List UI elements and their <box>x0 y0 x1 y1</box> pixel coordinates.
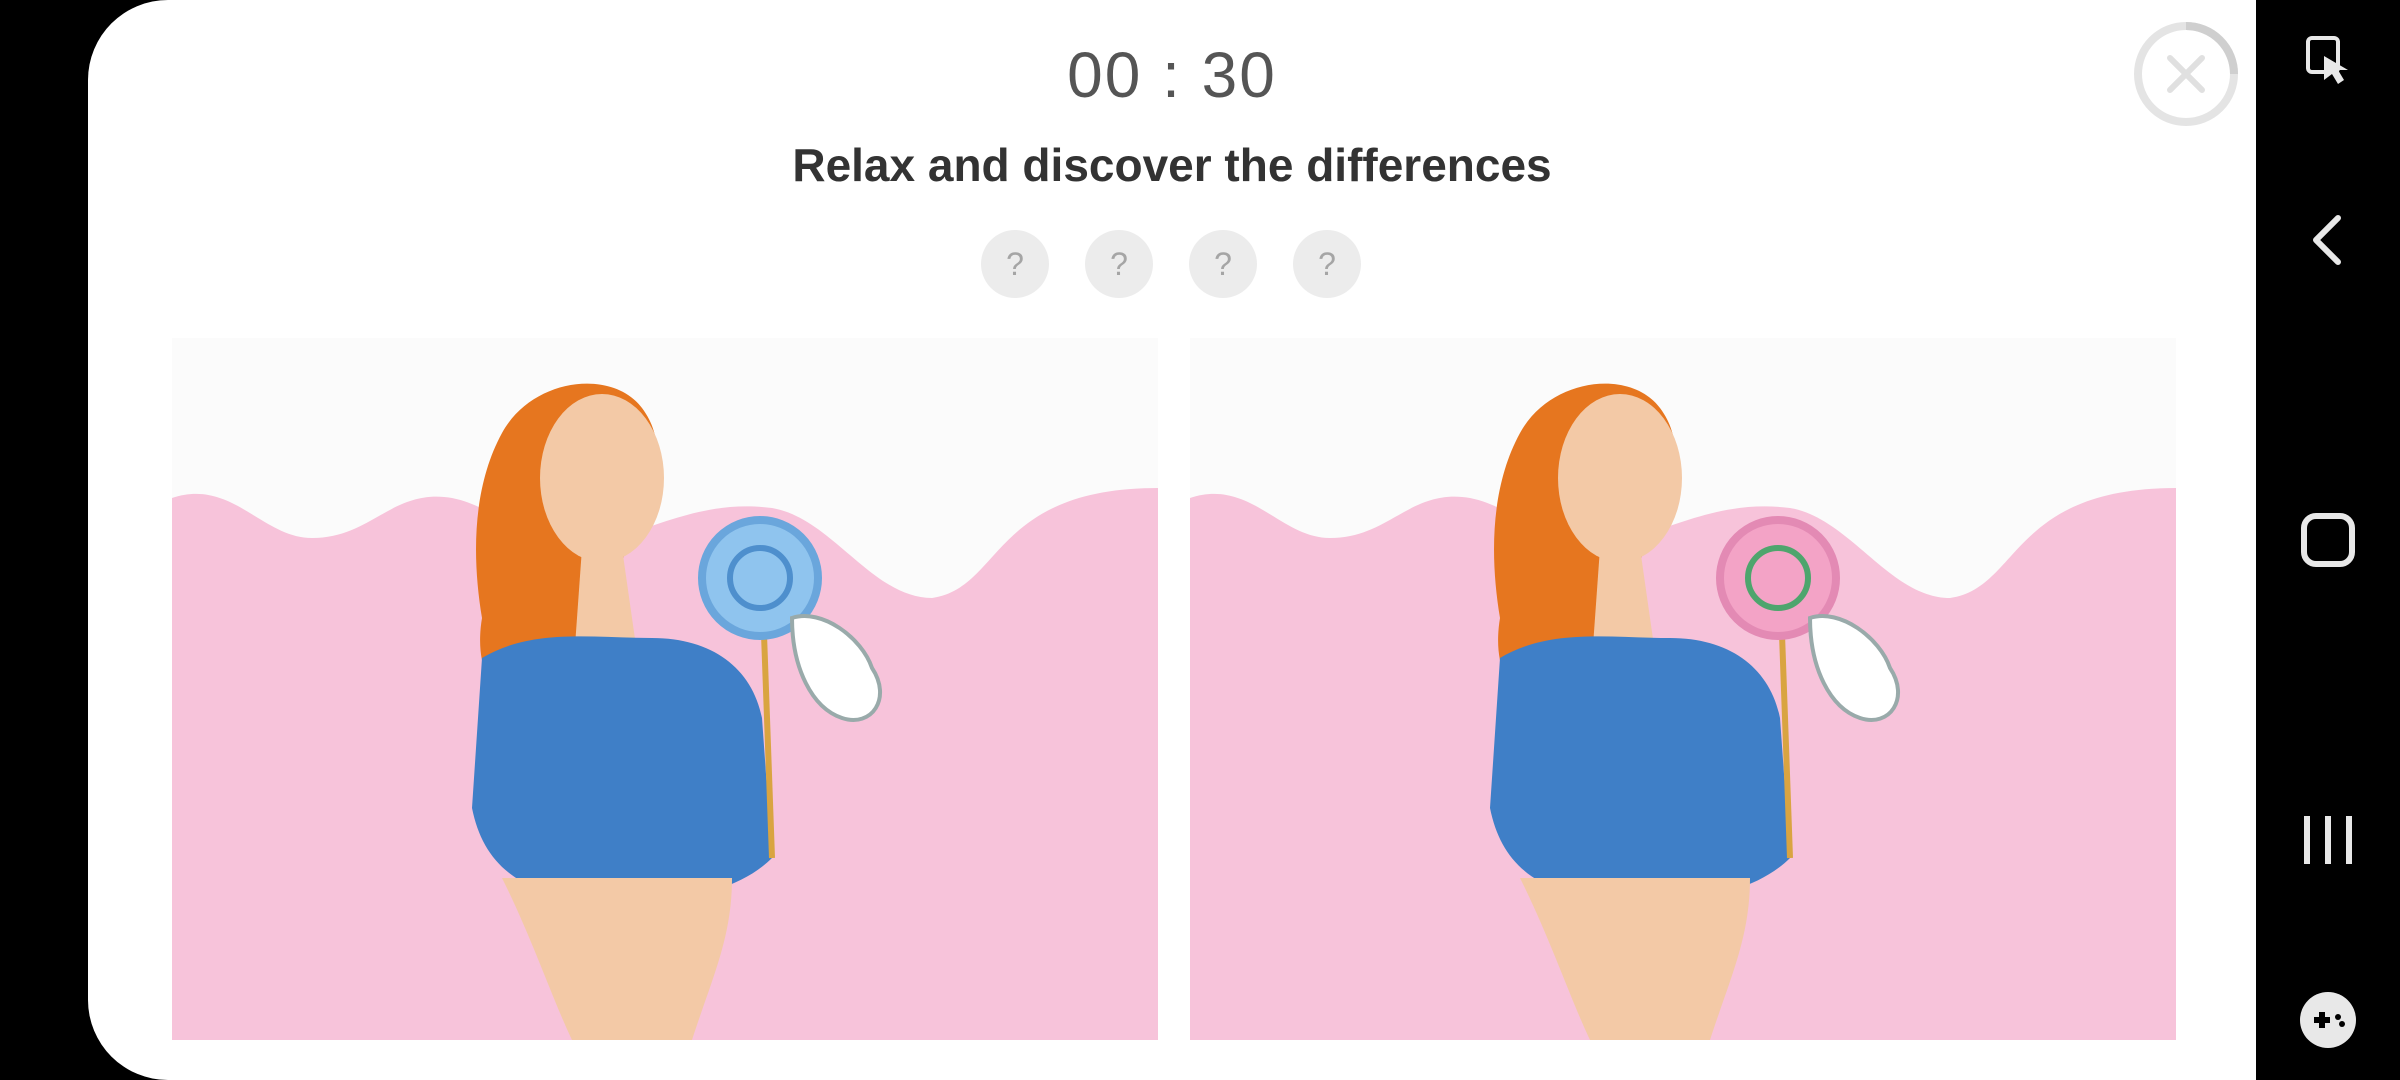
home-icon <box>2301 513 2355 567</box>
home-button[interactable] <box>2256 500 2400 580</box>
game-card: 00 : 30 Relax and discover the differenc… <box>88 0 2256 1080</box>
blue-shirt <box>472 636 772 902</box>
difference-slot: ? <box>1085 230 1153 298</box>
instruction-text: Relax and discover the differences <box>792 139 1552 191</box>
countdown-timer: 00 : 30 <box>1067 39 1277 111</box>
face-shape <box>540 394 664 562</box>
difference-slot: ? <box>1293 230 1361 298</box>
face-shape <box>1558 394 1682 562</box>
difference-slot: ? <box>981 230 1049 298</box>
touch-assist-button[interactable] <box>2256 20 2400 100</box>
touch-assist-icon <box>2306 36 2348 84</box>
back-button[interactable] <box>2256 200 2400 280</box>
close-button[interactable] <box>2132 20 2240 128</box>
found-differences-slots: ? ? ? ? <box>981 230 1361 298</box>
back-arrow-icon <box>2313 215 2341 265</box>
gamepad-icon <box>2300 992 2356 1048</box>
left-image-panel[interactable] <box>172 338 1158 1040</box>
blue-shirt <box>1490 636 1790 902</box>
system-navigation-bar <box>2256 0 2400 1080</box>
recents-button[interactable] <box>2256 800 2400 880</box>
recents-icon <box>2304 816 2352 864</box>
close-icon <box>2134 22 2238 126</box>
difference-slot: ? <box>1189 230 1257 298</box>
game-tools-button[interactable] <box>2256 980 2400 1060</box>
right-image-panel[interactable] <box>1190 338 2176 1040</box>
